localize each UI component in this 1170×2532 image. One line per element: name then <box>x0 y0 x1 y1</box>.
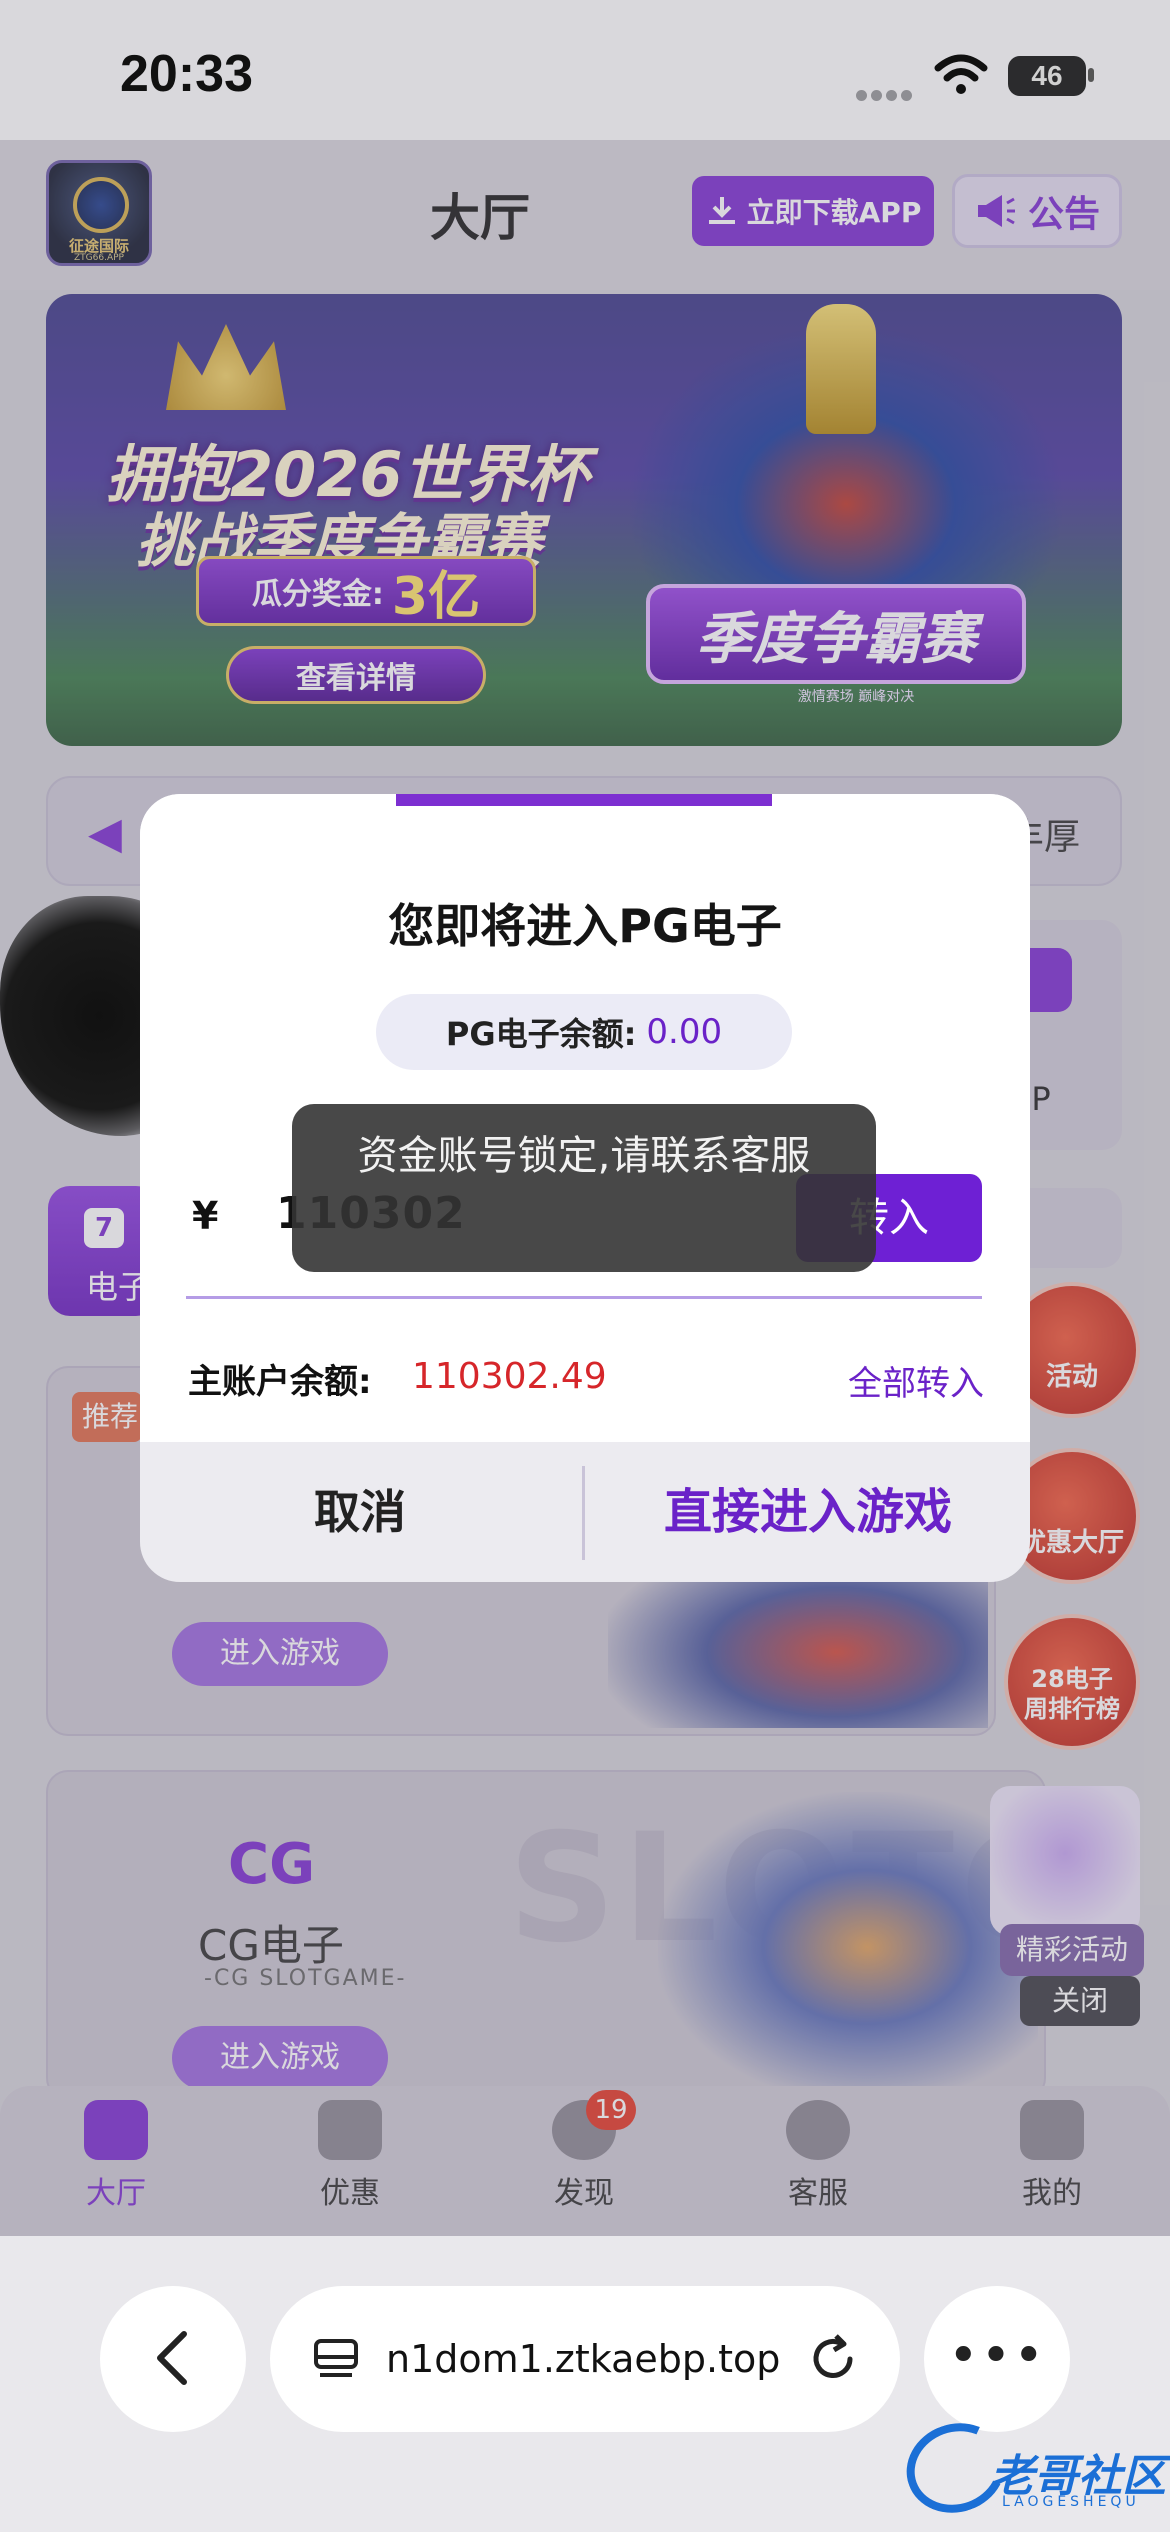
error-toast: 资金账号锁定,请联系客服 <box>292 1104 876 1272</box>
main-balance-label: 主账户余额: <box>188 1362 372 1402</box>
pg-balance-value: 0.00 <box>646 1012 723 1052</box>
main-balance-value: 110302.49 <box>412 1356 607 1397</box>
dialog-accent-bar <box>396 794 772 806</box>
battery-nub <box>1088 68 1094 82</box>
watermark-sub: LAOGESHEQU <box>1002 2494 1140 2510</box>
transfer-all-link[interactable]: 全部转入 <box>848 1356 984 1405</box>
back-button[interactable] <box>100 2286 246 2432</box>
dialog-title: 您即将进入PG电子 <box>388 899 782 953</box>
url-text: n1dom1.ztkaebp.top <box>386 2337 781 2381</box>
chevron-left-icon <box>157 2331 187 2385</box>
pg-balance-label: PG电子余额: <box>445 1015 637 1053</box>
address-bar[interactable]: n1dom1.ztkaebp.top <box>270 2286 900 2432</box>
currency-symbol: ¥ <box>192 1194 219 1238</box>
cellular-signal-icon <box>856 86 918 101</box>
tabs-menu-icon <box>314 2339 358 2377</box>
pg-balance-pill: PG电子余额: 0.00 <box>376 994 792 1070</box>
battery-icon: 46 <box>1008 56 1086 96</box>
more-options-button[interactable]: ••• <box>924 2286 1070 2432</box>
wifi-icon <box>934 54 988 94</box>
cancel-button[interactable]: 取消 <box>140 1442 580 1582</box>
reload-icon[interactable] <box>806 2332 860 2386</box>
amount-underline <box>186 1296 982 1299</box>
watermark-logo: 老哥社区 LAOGESHEQU <box>893 2409 1166 2527</box>
status-time: 20:33 <box>120 45 253 103</box>
button-divider <box>582 1466 585 1560</box>
enter-game-directly-button[interactable]: 直接进入游戏 <box>586 1442 1030 1582</box>
